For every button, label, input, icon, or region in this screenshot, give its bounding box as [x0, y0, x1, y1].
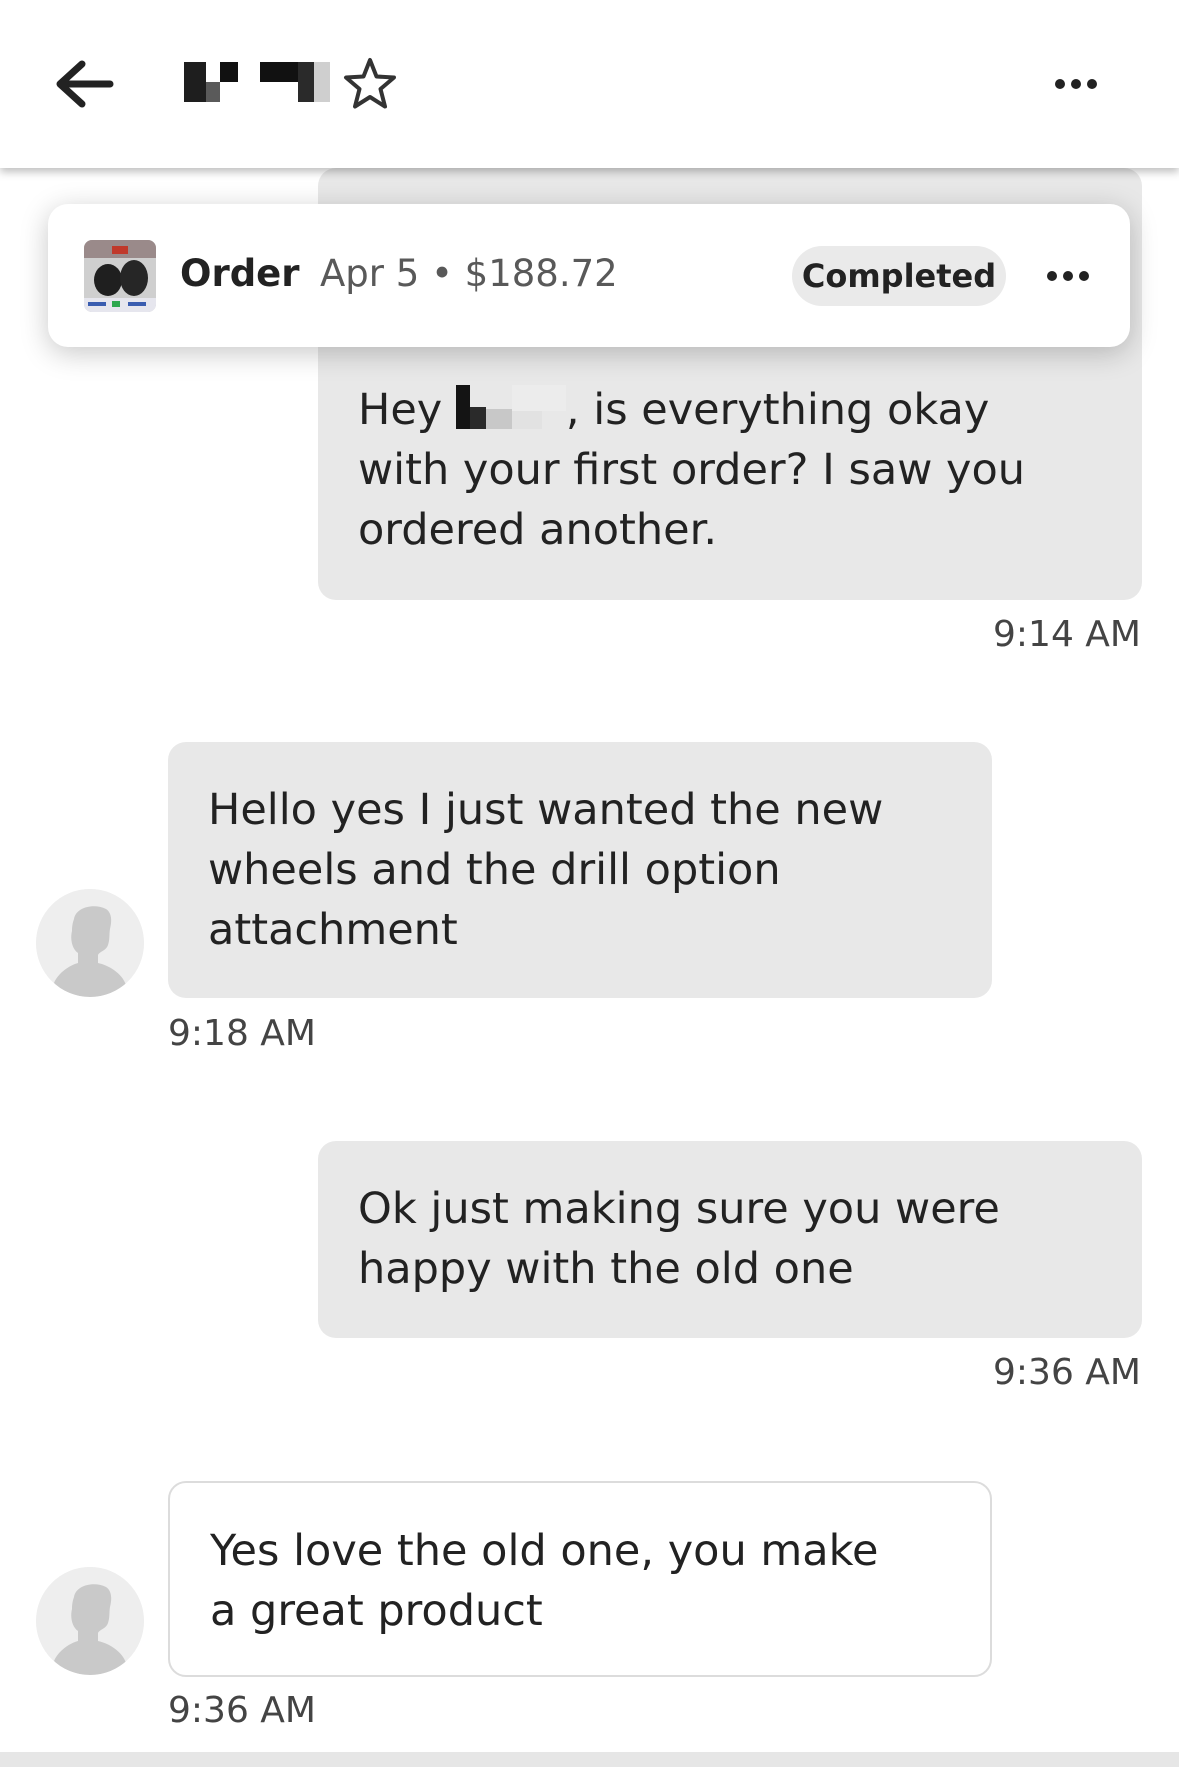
order-card[interactable]: Order Apr 5 • $188.72 Completed — [48, 204, 1130, 347]
order-more-button[interactable] — [1038, 254, 1098, 298]
contact-name-redacted[interactable] — [184, 62, 330, 106]
message-line: a great product — [210, 1586, 543, 1636]
more-horizontal-icon — [1048, 62, 1104, 106]
star-outline-icon — [344, 58, 396, 109]
message-line: attachment — [208, 905, 458, 955]
message-timestamp: 9:36 AM — [168, 1690, 316, 1731]
message-line: ordered another. — [358, 505, 718, 555]
person-silhouette-icon — [36, 889, 144, 997]
message-timestamp: 9:14 AM — [993, 614, 1141, 655]
avatar[interactable] — [36, 889, 144, 997]
redacted-name — [455, 384, 566, 429]
message-bubble-sent[interactable]: Ok just making sure you were happy with … — [318, 1141, 1142, 1338]
message-line: Hello yes I just wanted the new — [208, 785, 884, 835]
message-line: happy with the old one — [358, 1244, 854, 1294]
message-timestamp: 9:18 AM — [168, 1013, 316, 1054]
header-more-button[interactable] — [1048, 62, 1104, 106]
message-line: with your first order? I saw you — [358, 445, 1026, 495]
favorite-star-button[interactable] — [342, 56, 398, 112]
message-bubble-received[interactable]: Hello yes I just wanted the new wheels a… — [168, 742, 992, 998]
person-silhouette-icon — [36, 1567, 144, 1675]
message-line: wheels and the drill option — [208, 845, 781, 895]
order-label: Order — [180, 252, 300, 295]
message-line: Ok just making sure you were — [358, 1184, 1000, 1234]
avatar[interactable] — [36, 1567, 144, 1675]
order-date-amount: Apr 5 • $188.72 — [320, 252, 618, 295]
composer-edge — [0, 1752, 1179, 1767]
arrow-left-icon — [56, 60, 114, 108]
back-button[interactable] — [48, 54, 118, 114]
order-status-badge: Completed — [792, 246, 1006, 306]
order-product-thumbnail — [84, 240, 156, 312]
message-bubble-received[interactable]: Yes love the old one, you make a great p… — [168, 1481, 992, 1677]
message-timestamp: 9:36 AM — [993, 1352, 1141, 1393]
conversation-header — [0, 0, 1179, 168]
message-line: Hey , is everything okay — [358, 384, 990, 435]
more-horizontal-icon — [1038, 254, 1098, 298]
message-line: Yes love the old one, you make — [210, 1526, 879, 1576]
